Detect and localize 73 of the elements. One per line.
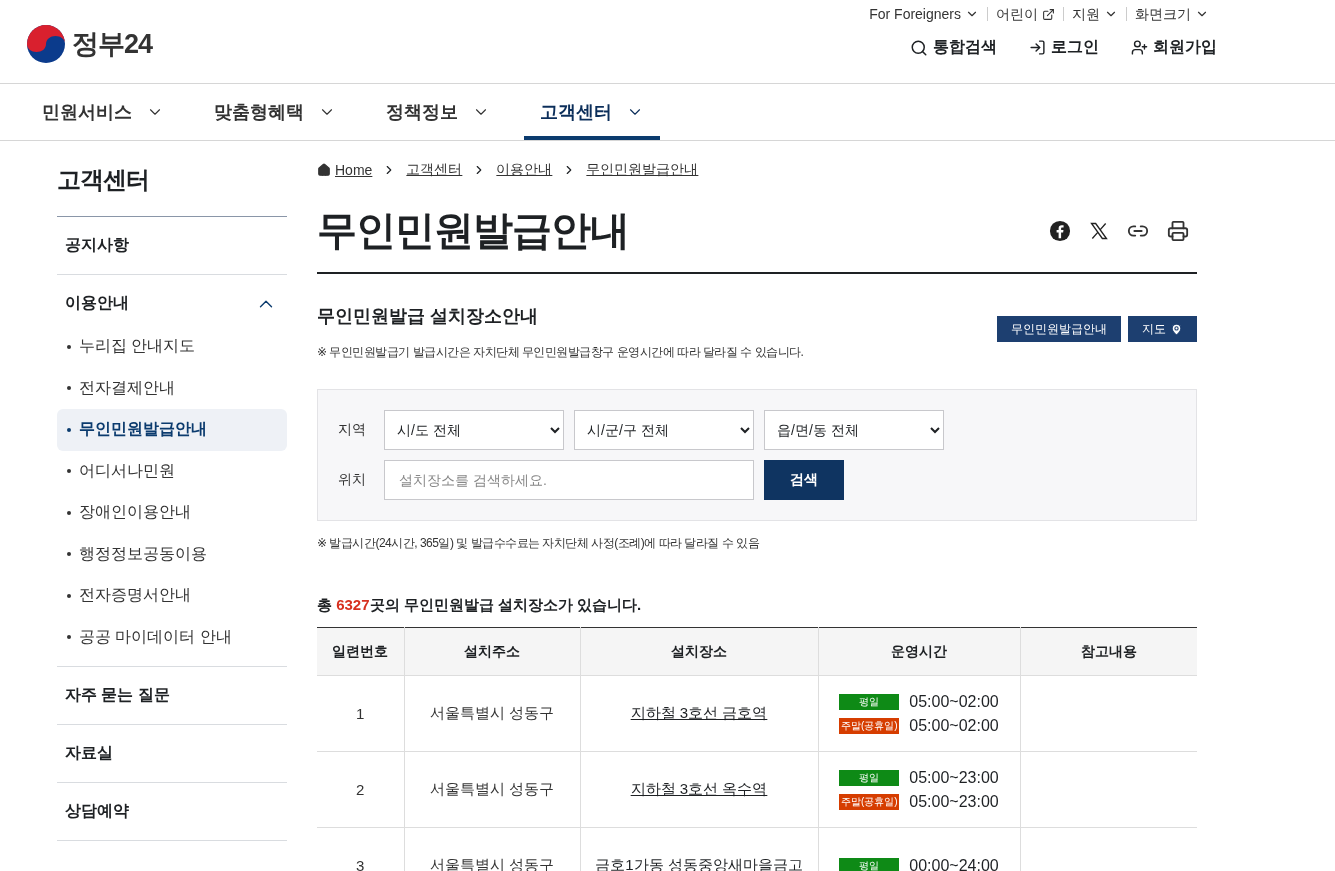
day-tag: 평일 — [839, 769, 900, 786]
table-cell: 서울특별시 성동구 — [404, 751, 580, 828]
logo-emblem-icon — [26, 23, 66, 64]
utility-link[interactable]: 어린이 — [987, 7, 1063, 21]
region-select[interactable]: 읍/면/동 전체 — [764, 410, 944, 450]
print-icon[interactable] — [1167, 219, 1189, 242]
sidebar-item[interactable]: 상담예약 — [57, 783, 287, 840]
breadcrumb-link[interactable]: 무인민원발급안내 — [586, 161, 699, 179]
field-label: 위치 — [338, 471, 367, 489]
nav-tab[interactable]: 고객센터 — [524, 84, 660, 140]
breadcrumb-link[interactable]: 고객센터 — [406, 161, 463, 179]
notice-text: ※ 무인민원발급기 발급시간은 자치단체 무인민원발급창구 운영시간에 따라 달라질 수 있습니다. — [317, 344, 805, 361]
sidebar-subitem[interactable]: 전자증명서안내 — [57, 575, 287, 617]
sidebar-item[interactable]: 자료실 — [57, 725, 287, 782]
guide-button[interactable]: 무인민원발급안내 — [997, 316, 1121, 342]
table-cell: 1 — [317, 675, 404, 752]
place-link[interactable]: 지하철 3호선 옥수역 — [630, 780, 768, 797]
sidebar-title: 고객센터 — [57, 164, 287, 217]
table-cell: 2 — [317, 751, 404, 828]
table-cell: 서울특별시 성동구 — [404, 675, 580, 752]
search-icon — [910, 38, 928, 57]
column-header: 설치장소 — [580, 627, 818, 676]
column-header: 운영시간 — [818, 627, 1020, 676]
table-cell: 3 — [317, 827, 404, 871]
sidebar-item[interactable]: 자주 묻는 질문 — [57, 667, 287, 724]
field-label: 지역 — [338, 421, 367, 439]
logo-text[interactable]: 정부24 — [72, 25, 153, 62]
utility-link[interactable]: 화면크기 — [1126, 7, 1217, 21]
sidebar-subitem[interactable]: 행정정보공동이용 — [57, 533, 287, 575]
section-title: 무인민원발급 설치장소안내 — [317, 305, 538, 328]
breadcrumb-link[interactable]: 이용안내 — [496, 161, 553, 179]
nav-tab[interactable]: 정책정보 — [370, 84, 506, 140]
search-button[interactable]: 검색 — [764, 460, 844, 500]
home-icon — [317, 163, 331, 177]
total-count-text: 총 6327곳의 무인민원발급 설치장소가 있습니다. — [317, 596, 643, 615]
search-field[interactable]: 설치장소를 검색하세요. — [384, 460, 754, 500]
notice-text: ※ 발급시간(24시간, 365일) 및 발급수수료는 자치단체 사정(조례)에 따라 달라질 수 있음 — [317, 535, 761, 552]
facebook-icon[interactable] — [1049, 219, 1071, 242]
nav-tab[interactable]: 민원서비스 — [26, 84, 180, 140]
hours-text: 00:00~24:00 — [909, 856, 999, 871]
hours-text: 05:00~23:00 — [909, 792, 999, 811]
region-select[interactable]: 시/군/구 전체 — [574, 410, 754, 450]
sidebar-subitem[interactable]: 어디서나민원 — [57, 450, 287, 492]
map-button[interactable]: 지도 — [1128, 316, 1197, 342]
page-title: 무인민원발급안내 — [317, 207, 629, 254]
login-icon — [1029, 39, 1046, 56]
map-pin-icon — [1170, 322, 1183, 336]
column-header: 일련번호 — [317, 627, 404, 676]
day-tag: 평일 — [839, 693, 900, 710]
sidebar-subitem[interactable]: 무인민원발급안내 — [57, 409, 287, 451]
nav-tab[interactable]: 맞춤형혜택 — [198, 84, 352, 140]
breadcrumb-link[interactable]: Home — [317, 162, 373, 178]
user-plus-icon — [1131, 39, 1148, 56]
sidebar-subitem[interactable]: 장애인이용안내 — [57, 492, 287, 534]
account-link[interactable]: 회원가입 — [1131, 37, 1217, 58]
hours-text: 05:00~02:00 — [909, 692, 999, 711]
account-link[interactable]: 통합검색 — [910, 37, 997, 58]
hours-text: 05:00~23:00 — [909, 768, 999, 787]
day-tag: 주말(공휴일) — [839, 717, 900, 734]
account-link[interactable]: 로그인 — [1029, 37, 1099, 58]
sidebar-item[interactable]: 공지사항 — [57, 217, 287, 274]
region-select[interactable]: 시/도 전체 — [384, 410, 564, 450]
external-link-icon — [1042, 7, 1055, 21]
sidebar-subitem[interactable]: 전자결제안내 — [57, 367, 287, 409]
utility-link[interactable]: 지원 — [1063, 7, 1126, 21]
day-tag: 주말(공휴일) — [839, 793, 900, 810]
day-tag: 평일 — [839, 857, 900, 871]
utility-link[interactable]: For Foreigners — [861, 7, 987, 21]
column-header: 설치주소 — [404, 627, 580, 676]
place-link[interactable]: 지하철 3호선 금호역 — [630, 704, 768, 721]
sidebar-subitem[interactable]: 공공 마이데이터 안내 — [57, 616, 287, 658]
column-header: 참고내용 — [1020, 627, 1197, 676]
hours-text: 05:00~02:00 — [909, 716, 999, 735]
